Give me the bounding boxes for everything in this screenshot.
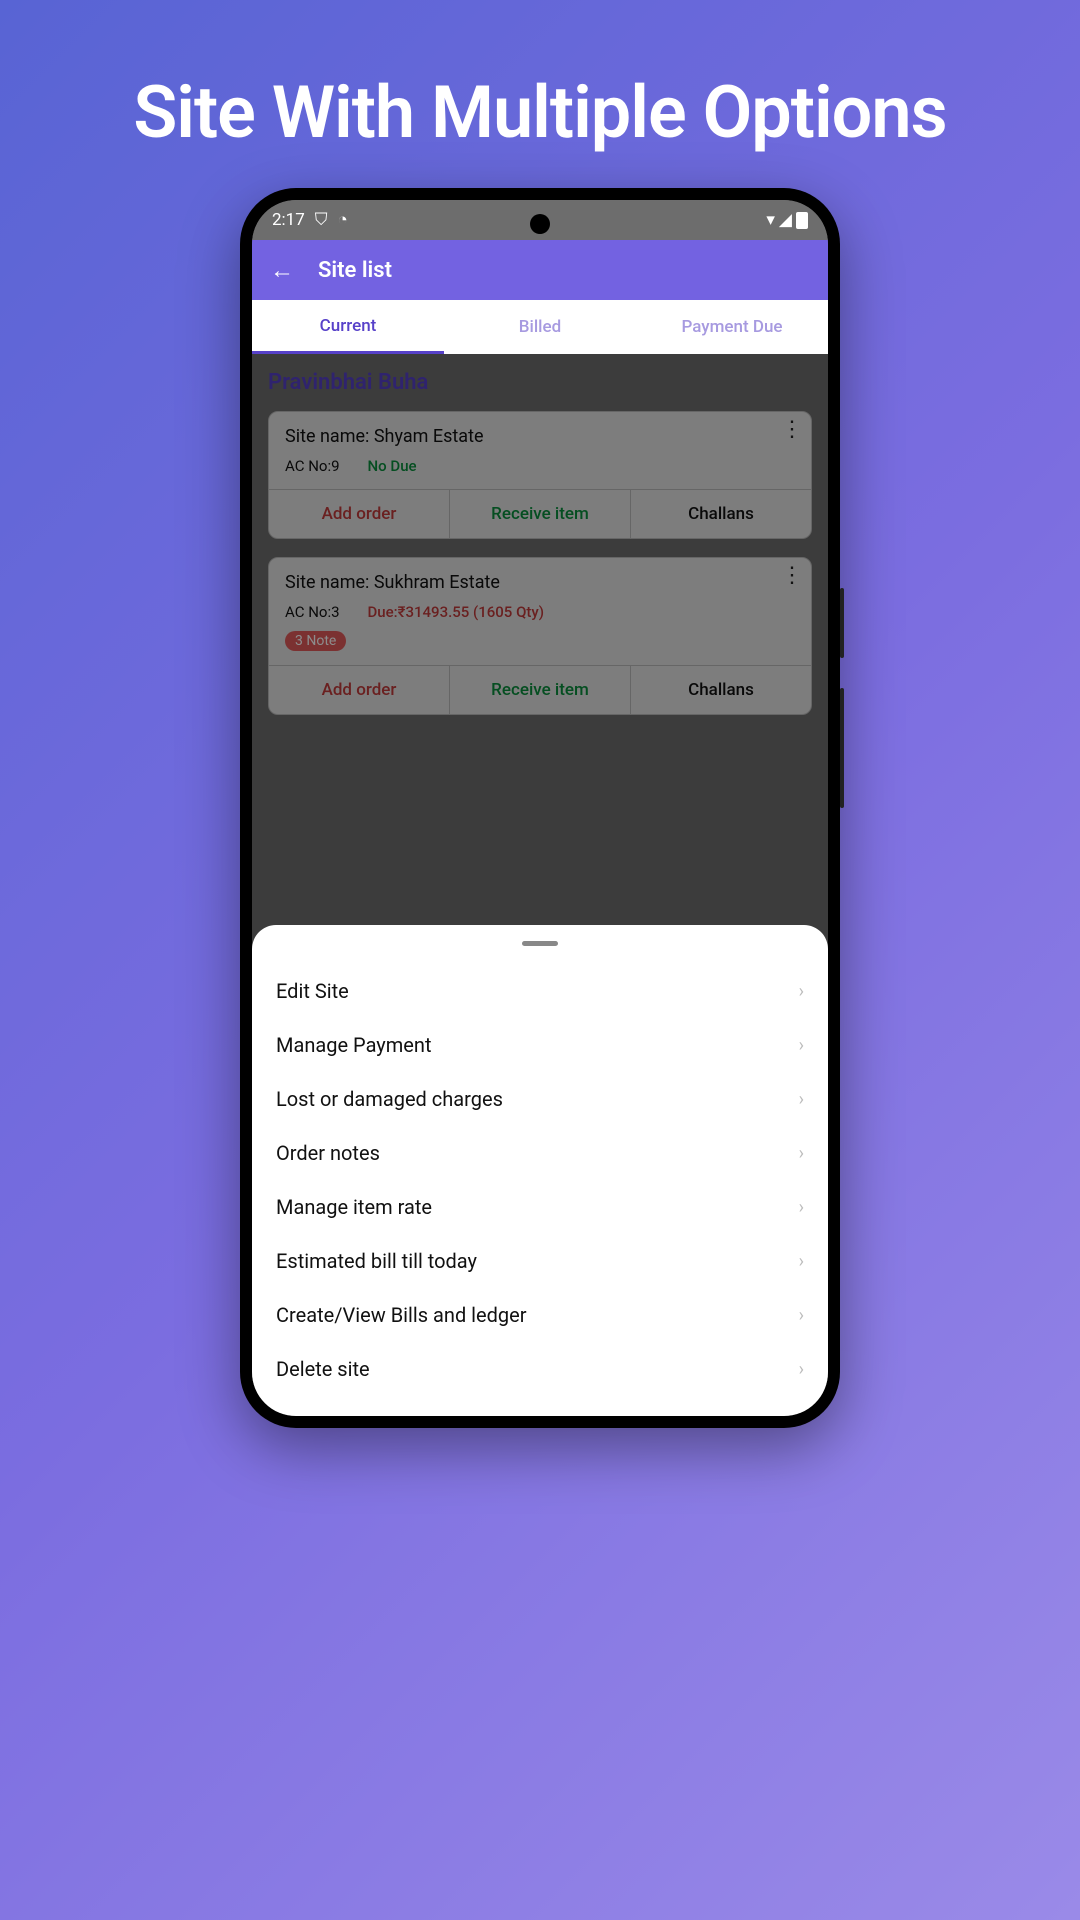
sheet-drag-handle[interactable]	[522, 941, 558, 946]
sheet-item-manage-rate[interactable]: Manage item rate ›	[252, 1180, 828, 1234]
sheet-item-bills-ledger[interactable]: Create/View Bills and ledger ›	[252, 1288, 828, 1342]
chevron-right-icon: ›	[799, 1305, 804, 1326]
phone-screen: 2:17 ⛉ ◔ ▾ ◢ ← Site list Current Billed …	[252, 200, 828, 1416]
sheet-label: Create/View Bills and ledger	[276, 1303, 527, 1327]
hero-title: Site With Multiple Options	[0, 0, 1080, 155]
tab-billed[interactable]: Billed	[444, 300, 636, 354]
sheet-label: Manage item rate	[276, 1195, 432, 1219]
app-bar: ← Site list	[252, 240, 828, 300]
tab-payment-due[interactable]: Payment Due	[636, 300, 828, 354]
sheet-item-edit-site[interactable]: Edit Site ›	[252, 964, 828, 1018]
sheet-label: Lost or damaged charges	[276, 1087, 503, 1111]
tab-current[interactable]: Current	[252, 300, 444, 354]
sheet-label: Edit Site	[276, 979, 349, 1003]
chevron-right-icon: ›	[799, 981, 804, 1002]
chevron-right-icon: ›	[799, 1197, 804, 1218]
home-indicator[interactable]	[465, 1405, 615, 1410]
status-time: 2:17	[272, 210, 305, 230]
phone-frame: 2:17 ⛉ ◔ ▾ ◢ ← Site list Current Billed …	[240, 188, 840, 1428]
phone-side-buttons	[840, 588, 844, 658]
sheet-item-order-notes[interactable]: Order notes ›	[252, 1126, 828, 1180]
signal-icon: ◢	[779, 210, 792, 230]
sheet-item-manage-payment[interactable]: Manage Payment ›	[252, 1018, 828, 1072]
chevron-right-icon: ›	[799, 1035, 804, 1056]
sheet-label: Order notes	[276, 1141, 380, 1165]
chevron-right-icon: ›	[799, 1143, 804, 1164]
sheet-item-lost-damaged[interactable]: Lost or damaged charges ›	[252, 1072, 828, 1126]
content-area: Pravinbhai Buha Site name: Shyam Estate …	[252, 354, 828, 1416]
sheet-label: Delete site	[276, 1357, 370, 1381]
tabs: Current Billed Payment Due	[252, 300, 828, 354]
wifi-icon: ▾	[766, 210, 775, 230]
camera-notch	[530, 214, 550, 234]
chevron-right-icon: ›	[799, 1251, 804, 1272]
back-arrow-icon[interactable]: ←	[270, 256, 294, 285]
sheet-item-estimated-bill[interactable]: Estimated bill till today ›	[252, 1234, 828, 1288]
shield-icon: ⛉	[315, 210, 328, 230]
sheet-label: Estimated bill till today	[276, 1249, 477, 1273]
chevron-right-icon: ›	[799, 1089, 804, 1110]
app-title: Site list	[318, 258, 392, 283]
sheet-label: Manage Payment	[276, 1033, 432, 1057]
battery-icon	[796, 212, 808, 229]
bottom-sheet: Edit Site › Manage Payment › Lost or dam…	[252, 925, 828, 1416]
circle-icon: ◔	[338, 210, 348, 230]
sheet-item-delete-site[interactable]: Delete site ›	[252, 1342, 828, 1396]
chevron-right-icon: ›	[799, 1359, 804, 1380]
